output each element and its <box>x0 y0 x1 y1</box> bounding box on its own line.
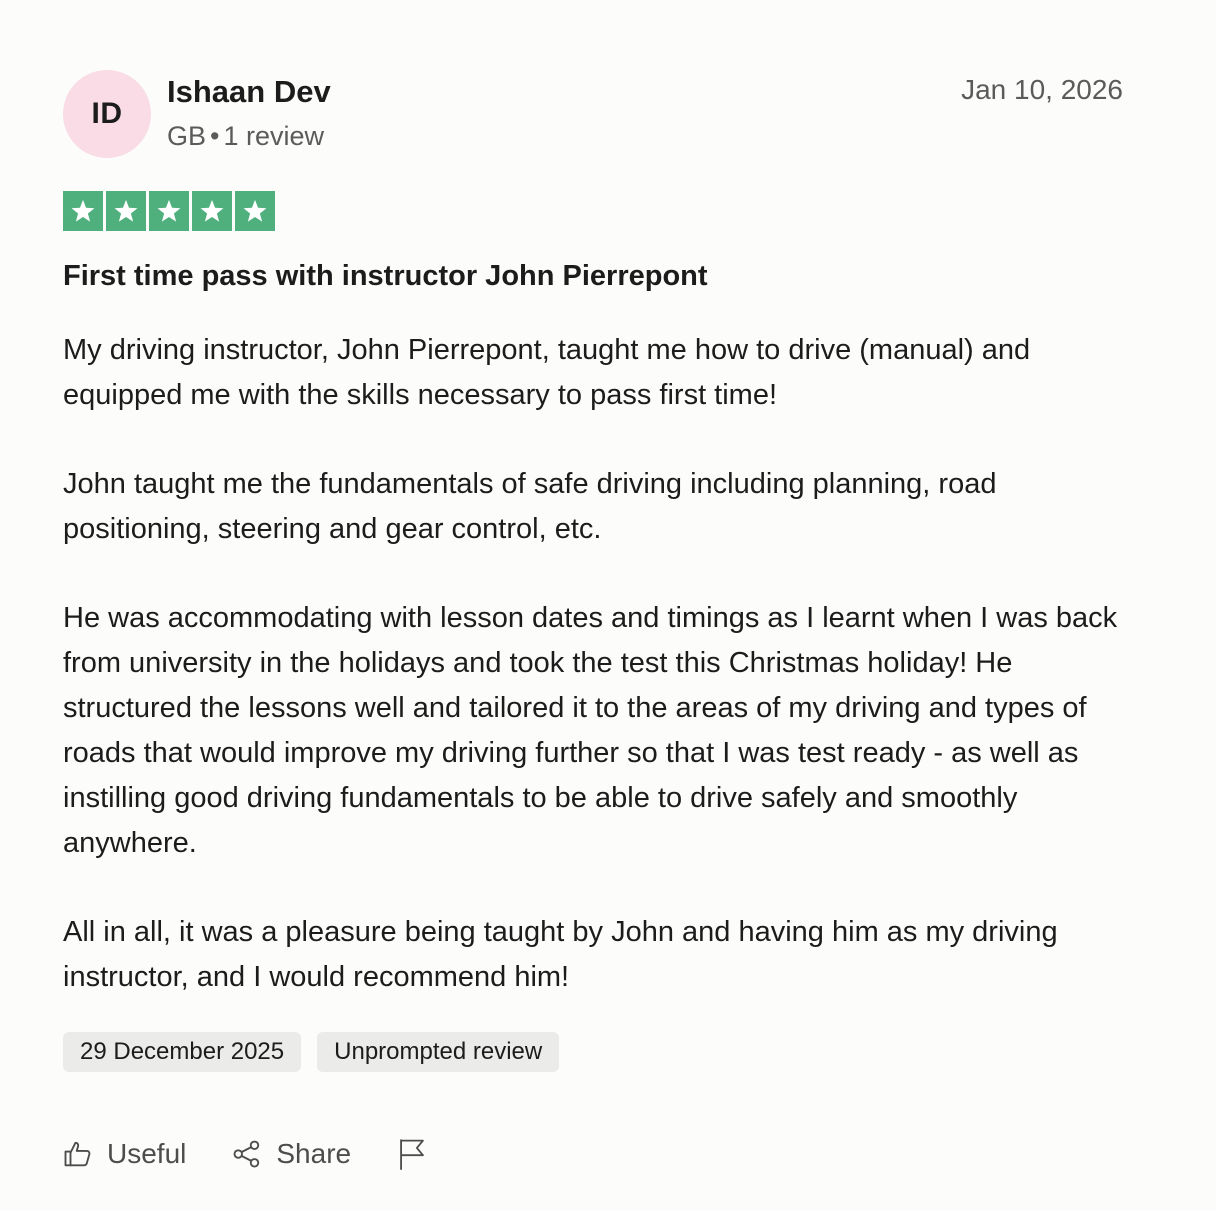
review-paragraph: He was accommodating with lesson dates a… <box>63 602 1118 859</box>
star-icon <box>106 191 146 231</box>
share-label: Share <box>276 1138 352 1169</box>
reviewer-review-count: 1 review <box>223 121 325 151</box>
review-type-tag[interactable]: Unprompted review <box>317 1032 560 1072</box>
meta-separator: • <box>210 121 220 151</box>
reviewer-meta: GB • 1 review <box>167 121 324 152</box>
review-actions: Useful Share <box>63 1134 1123 1174</box>
review-title[interactable]: First time pass with instructor John Pie… <box>63 257 1123 295</box>
star-icon <box>149 191 189 231</box>
share-icon <box>232 1139 262 1169</box>
useful-label: Useful <box>107 1138 187 1169</box>
experience-date-tag: 29 December 2025 <box>63 1032 302 1072</box>
star-icon <box>235 191 275 231</box>
reviewer-name[interactable]: Ishaan Dev <box>167 74 331 110</box>
review-card: ID Ishaan Dev GB • 1 review Jan 10, 2026 F… <box>63 70 1123 1174</box>
useful-button[interactable]: Useful <box>63 1138 186 1170</box>
review-paragraph: All in all, it was a pleasure being taug… <box>63 916 1058 993</box>
share-button[interactable]: Share <box>232 1138 351 1170</box>
star-rating <box>63 191 1123 231</box>
avatar[interactable]: ID <box>63 70 151 158</box>
star-icon <box>192 191 232 231</box>
star-icon <box>63 191 103 231</box>
review-tags: 29 December 2025 Unprompted review <box>63 1032 1123 1072</box>
review-body: My driving instructor, John Pierrepont, … <box>63 328 1123 1000</box>
review-header: ID Ishaan Dev GB • 1 review Jan 10, 2026 <box>63 70 1123 160</box>
flag-icon <box>397 1137 427 1171</box>
thumbs-up-icon <box>63 1139 93 1169</box>
review-date: Jan 10, 2026 <box>961 74 1123 105</box>
report-button[interactable] <box>397 1137 427 1171</box>
review-paragraph: John taught me the fundamentals of safe … <box>63 468 997 545</box>
review-paragraph: My driving instructor, John Pierrepont, … <box>63 334 1031 411</box>
reviewer-country: GB <box>167 121 207 151</box>
